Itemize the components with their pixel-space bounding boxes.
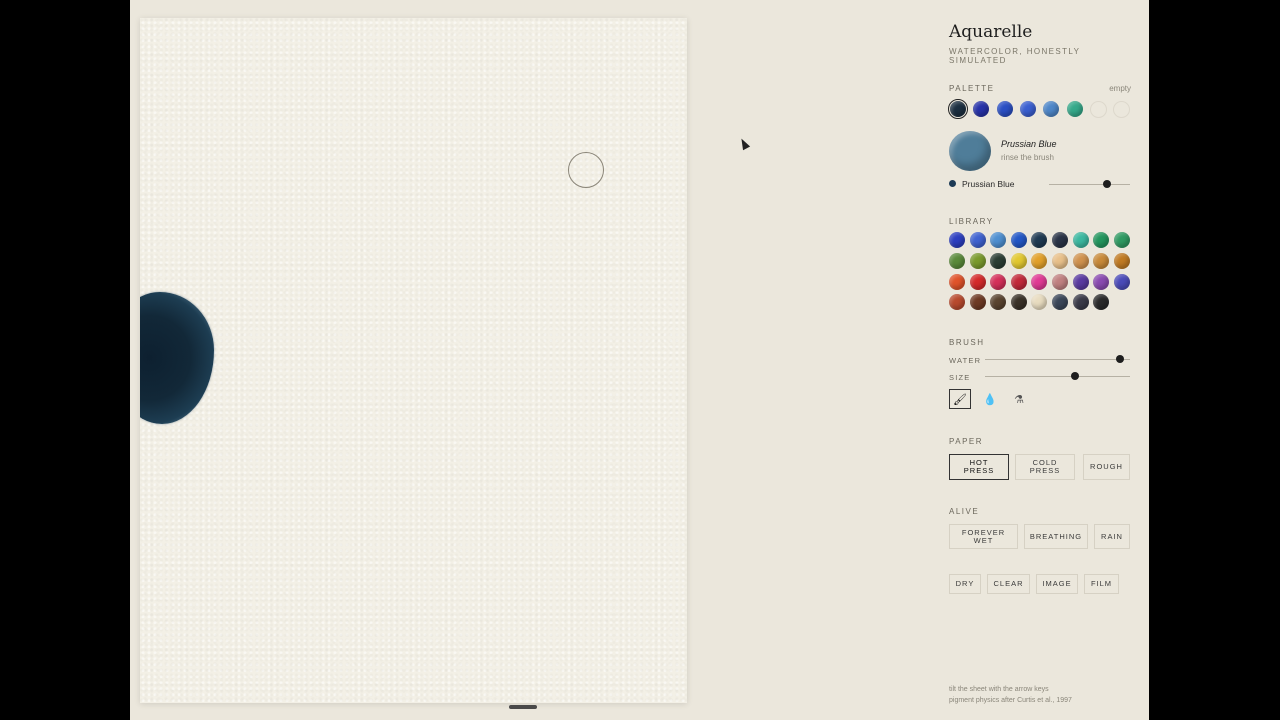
- library-swatch[interactable]: [949, 252, 965, 269]
- library-swatch[interactable]: [1113, 252, 1130, 269]
- library-swatch[interactable]: [949, 232, 965, 248]
- palette-swatch[interactable]: [947, 98, 969, 120]
- library-swatch[interactable]: [1052, 273, 1068, 290]
- library-swatch[interactable]: [1072, 252, 1089, 269]
- library-swatch[interactable]: [969, 294, 986, 311]
- paper-hot-press-button[interactable]: HOT PRESS: [949, 454, 1009, 480]
- palette-hint: empty: [1109, 84, 1131, 93]
- paper-label: PAPER: [949, 437, 984, 446]
- water-slider[interactable]: [985, 355, 1130, 363]
- palette-swatch[interactable]: [1066, 101, 1083, 117]
- library-swatch[interactable]: [1072, 294, 1089, 311]
- size-knob[interactable]: [1070, 372, 1079, 380]
- library-swatch[interactable]: [990, 232, 1007, 248]
- library-swatch[interactable]: [1010, 232, 1027, 248]
- library-swatch[interactable]: [949, 273, 965, 290]
- forever-wet-button[interactable]: FOREVER WET: [949, 524, 1018, 549]
- mix-pigment-name: Prussian Blue: [962, 179, 1015, 189]
- clear-button[interactable]: CLEAR: [987, 574, 1030, 594]
- library-swatch[interactable]: [949, 294, 965, 311]
- flask-tool[interactable]: ⚗: [1008, 389, 1030, 409]
- pigment-hint: rinse the brush: [1001, 153, 1054, 162]
- dropper-icon: ⚗: [1014, 393, 1024, 406]
- library-swatch[interactable]: [990, 294, 1007, 311]
- paper-grain: [140, 18, 687, 703]
- water-label: WATER: [949, 356, 982, 365]
- palette-swatch[interactable]: [1043, 101, 1060, 117]
- app-title: Aquarelle: [949, 22, 1033, 42]
- library-label: LIBRARY: [949, 217, 994, 226]
- library-swatch[interactable]: [1093, 294, 1110, 311]
- library-swatch[interactable]: [1031, 273, 1048, 290]
- library-swatch[interactable]: [1031, 294, 1048, 311]
- paper-rough-button[interactable]: ROUGH: [1083, 454, 1130, 480]
- drop-outline-icon: 💧: [983, 393, 997, 406]
- library-swatch[interactable]: [1031, 232, 1048, 248]
- library-swatch[interactable]: [1093, 252, 1110, 269]
- paper-canvas[interactable]: [140, 18, 687, 703]
- library-swatch[interactable]: [1093, 273, 1110, 290]
- pigment-preview: [949, 131, 991, 171]
- palette-slot-empty[interactable]: [1089, 101, 1107, 118]
- palette-label: PALETTE: [949, 84, 995, 93]
- footer-tilt-hint: tilt the sheet with the arrow keys: [949, 686, 1049, 693]
- tilt-handle[interactable]: [509, 705, 537, 709]
- pigment-name: Prussian Blue: [1001, 139, 1057, 149]
- brush-icon: 🖌: [953, 393, 967, 406]
- mix-color-dot: [949, 180, 956, 187]
- control-panel: Aquarelle WATERCOLOR, HONESTLY SIMULATED…: [947, 0, 1131, 720]
- library-swatch[interactable]: [1010, 273, 1027, 290]
- library-swatch[interactable]: [1010, 252, 1027, 269]
- library-swatch[interactable]: [990, 273, 1007, 290]
- palette-swatch[interactable]: [973, 101, 990, 117]
- alive-label: ALIVE: [949, 507, 980, 516]
- dry-button[interactable]: DRY: [949, 574, 981, 594]
- library-swatch[interactable]: [1031, 252, 1048, 269]
- brush-label: BRUSH: [949, 338, 985, 347]
- water-knob[interactable]: [1115, 355, 1124, 363]
- brush-cursor-icon: [568, 152, 604, 188]
- footer-credit: pigment physics after Curtis et al., 199…: [949, 697, 1072, 704]
- app-window: Aquarelle WATERCOLOR, HONESTLY SIMULATED…: [130, 0, 1149, 720]
- paper-cold-press-button[interactable]: COLD PRESS: [1015, 454, 1075, 480]
- library-swatch[interactable]: [1072, 232, 1089, 248]
- mix-amount-slider[interactable]: [1049, 180, 1130, 188]
- drop-tool[interactable]: 💧: [979, 389, 1001, 409]
- size-slider[interactable]: [985, 372, 1130, 380]
- library-swatch[interactable]: [969, 273, 986, 290]
- breathing-button[interactable]: BREATHING: [1024, 524, 1088, 549]
- palette-swatch[interactable]: [1019, 101, 1036, 117]
- film-button[interactable]: FILM: [1084, 574, 1119, 594]
- library-swatch[interactable]: [969, 252, 986, 269]
- library-swatch[interactable]: [1052, 252, 1068, 269]
- palette-slot-empty[interactable]: [1113, 101, 1131, 118]
- size-label: SIZE: [949, 373, 971, 382]
- image-button[interactable]: IMAGE: [1036, 574, 1078, 594]
- library-swatch[interactable]: [1052, 232, 1068, 248]
- app-subtitle: WATERCOLOR, HONESTLY SIMULATED: [949, 47, 1081, 65]
- library-swatch[interactable]: [1072, 273, 1089, 290]
- mix-amount-knob[interactable]: [1102, 180, 1111, 188]
- library-swatch[interactable]: [1113, 232, 1130, 248]
- palette-swatch[interactable]: [996, 101, 1013, 117]
- library-swatch[interactable]: [1052, 294, 1068, 311]
- library-swatch[interactable]: [969, 232, 986, 248]
- mouse-pointer-icon: [737, 136, 751, 151]
- library-swatch[interactable]: [1093, 232, 1110, 248]
- brush-tool[interactable]: 🖌: [949, 389, 971, 409]
- library-swatch[interactable]: [1113, 273, 1130, 290]
- rain-button[interactable]: RAIN: [1094, 524, 1130, 549]
- library-swatch[interactable]: [1010, 294, 1027, 311]
- library-swatch[interactable]: [990, 252, 1007, 269]
